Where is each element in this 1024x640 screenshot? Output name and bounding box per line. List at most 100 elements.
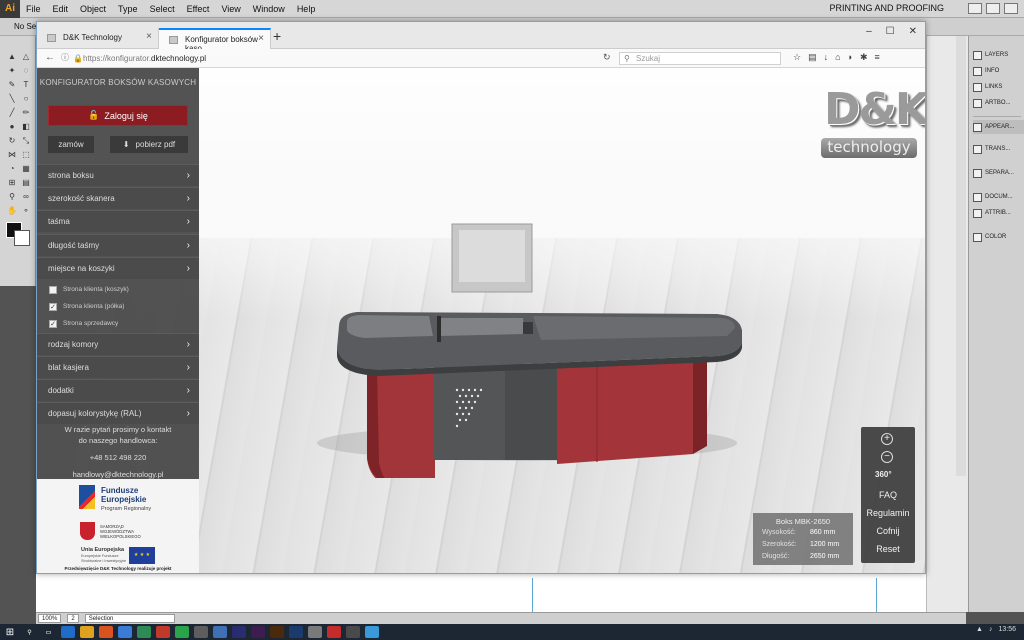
panel-layers[interactable]: LAYERS [973, 48, 1024, 62]
workspace-switcher[interactable]: PRINTING AND PROOFING [829, 3, 944, 13]
checkbox-checked[interactable]: ✓ [49, 302, 57, 311]
stroke-color-swatch[interactable] [14, 230, 30, 246]
rotate-360-icon[interactable]: 360° [875, 470, 892, 479]
download-pdf-button[interactable]: ⬇ pobierz pdf [110, 136, 188, 153]
taskbar-app-icon[interactable] [364, 626, 379, 638]
section-kolorystyka-ral[interactable]: dopasuj kolorystykę (RAL) › [37, 402, 199, 424]
panel-appearance[interactable]: APPEAR... [973, 120, 1024, 134]
taskbar-app-icon[interactable] [345, 626, 360, 638]
zoom-level-field[interactable]: 100% [38, 614, 62, 623]
tab-konfigurator[interactable]: Konfigurator boksów kaso × [159, 28, 271, 53]
free-transform-tool-icon[interactable]: ⬚ [20, 150, 32, 159]
gradient-tool-icon[interactable]: ▤ [20, 178, 32, 187]
taskbar-firefox-icon[interactable] [98, 626, 113, 638]
eraser-tool-icon[interactable]: ◧ [20, 122, 32, 131]
contact-phone[interactable]: +48 512 498 220 [37, 452, 199, 463]
maximize-icon[interactable]: ☐ [886, 26, 895, 37]
taskbar-explorer-icon[interactable] [79, 626, 94, 638]
task-view-icon[interactable]: ▭ [42, 626, 56, 638]
section-blat-kasjera[interactable]: blat kasjera › [37, 356, 199, 378]
volume-icon[interactable]: ♪ [989, 626, 993, 633]
menu-file[interactable]: File [20, 4, 47, 14]
network-icon[interactable]: ▲ [976, 626, 983, 633]
section-tasma[interactable]: taśma › [37, 210, 199, 232]
blob-brush-tool-icon[interactable]: ● [6, 122, 18, 131]
taskbar-acrobat-icon[interactable] [326, 626, 341, 638]
menu-effect[interactable]: Effect [181, 4, 216, 14]
magic-wand-tool-icon[interactable]: ✦ [6, 66, 18, 75]
zoom-out-icon[interactable]: − [881, 451, 893, 463]
panel-links[interactable]: LINKS [973, 80, 1024, 94]
panel-artboards[interactable]: ARTBO... [973, 96, 1024, 110]
login-button[interactable]: 🔓 Zaloguj się [48, 105, 188, 126]
panel-separations[interactable]: SEPARA... [973, 166, 1024, 180]
menu-type[interactable]: Type [112, 4, 144, 14]
hamburger-menu-icon[interactable]: ≡ [875, 52, 880, 63]
section-szerokosc-skanera[interactable]: szerokość skanera › [37, 187, 199, 209]
vertical-scrollbar[interactable] [956, 36, 966, 476]
regulamin-link[interactable]: Regulamin [861, 508, 915, 518]
checkbox-strona-sprzedawcy[interactable]: ✓ Strona sprzedawcy [49, 316, 199, 331]
taskbar-app-icon[interactable] [193, 626, 208, 638]
eyedropper-tool-icon[interactable]: ⚲ [6, 192, 18, 201]
brush-tool-icon[interactable]: ╱ [6, 108, 18, 117]
maximize-icon[interactable] [986, 3, 1000, 14]
selection-tool-icon[interactable]: ▲ [6, 52, 18, 61]
download-icon[interactable]: ↓ [824, 52, 829, 63]
menu-object[interactable]: Object [74, 4, 112, 14]
taskbar-app-icon[interactable] [307, 626, 322, 638]
zoom-tool-icon[interactable]: ⚬ [20, 206, 32, 215]
windows-start-icon[interactable]: ⊞ [0, 624, 20, 640]
tab-close-icon[interactable]: × [146, 31, 152, 42]
pen-tool-icon[interactable]: ✎ [6, 80, 18, 89]
pencil-tool-icon[interactable]: ✏ [20, 108, 32, 117]
section-rodzaj-komory[interactable]: rodzaj komory › [37, 333, 199, 355]
panel-color[interactable]: COLOR [973, 230, 1024, 244]
taskbar-app-icon[interactable] [136, 626, 151, 638]
minimize-icon[interactable] [968, 3, 982, 14]
section-miejsce-na-koszyki[interactable]: miejsce na koszyki › [37, 257, 199, 279]
menu-view[interactable]: View [215, 4, 246, 14]
cofnij-button[interactable]: Cofnij [861, 526, 915, 536]
reset-button[interactable]: Reset [861, 544, 915, 554]
search-input[interactable]: ⚲ Szukaj [619, 52, 781, 65]
taskbar-edge-icon[interactable] [60, 626, 75, 638]
url-bar[interactable]: 🔒 https://konfigurator.dktechnology.pl [73, 52, 613, 65]
panel-attributes[interactable]: ATTRIB... [973, 206, 1024, 220]
minimize-icon[interactable]: – [866, 26, 872, 37]
menu-edit[interactable]: Edit [47, 4, 75, 14]
section-dlugosc-tasmy[interactable]: długość taśmy › [37, 234, 199, 256]
zoom-in-icon[interactable]: + [881, 433, 893, 445]
direct-selection-tool-icon[interactable]: △ [20, 52, 32, 61]
section-strona-boksu[interactable]: strona boksu › [37, 164, 199, 186]
rotate-tool-icon[interactable]: ↻ [6, 136, 18, 145]
perspective-tool-icon[interactable]: ▦ [20, 164, 32, 173]
taskbar-aftereffects-icon[interactable] [250, 626, 265, 638]
width-tool-icon[interactable]: ⋈ [6, 150, 18, 159]
hand-tool-icon[interactable]: ✋ [6, 206, 18, 215]
menu-select[interactable]: Select [144, 4, 181, 14]
checkbox-unchecked[interactable] [49, 285, 57, 294]
back-arrow-icon[interactable]: ← [45, 52, 55, 63]
type-tool-icon[interactable]: T [20, 80, 32, 89]
taskbar-app-icon[interactable] [155, 626, 170, 638]
menu-help[interactable]: Help [291, 4, 322, 14]
faq-link[interactable]: FAQ [861, 490, 915, 500]
checkbox-strona-klienta-koszyk[interactable]: Strona klienta (koszyk) [49, 282, 199, 297]
new-tab-plus-icon[interactable]: + [273, 28, 281, 44]
close-icon[interactable]: ✕ [909, 26, 917, 37]
line-tool-icon[interactable]: ╲ [6, 94, 18, 103]
taskbar-photoshop-icon[interactable] [288, 626, 303, 638]
taskbar-app-icon[interactable] [174, 626, 189, 638]
mesh-tool-icon[interactable]: ⊞ [6, 178, 18, 187]
taskbar-premiere-icon[interactable] [231, 626, 246, 638]
reload-icon[interactable]: ↻ [603, 52, 611, 63]
pocket-icon[interactable]: ◗ [848, 52, 853, 63]
order-button[interactable]: zamów [48, 136, 94, 153]
checkout-counter-3d-view[interactable] [287, 218, 757, 478]
taskbar-app-icon[interactable] [117, 626, 132, 638]
section-dodatki[interactable]: dodatki › [37, 379, 199, 401]
panel-transform[interactable]: TRANS... [973, 142, 1024, 156]
bookmark-star-icon[interactable]: ☆ [793, 52, 801, 63]
clock[interactable]: 13:56 [998, 626, 1016, 633]
